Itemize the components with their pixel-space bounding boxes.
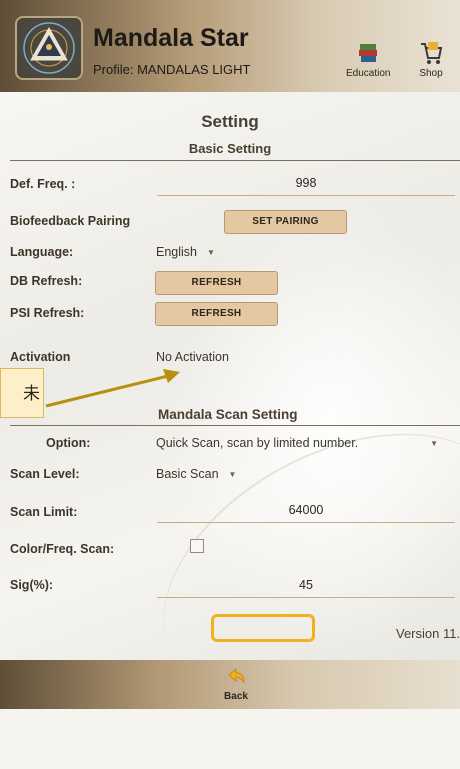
- sig-input[interactable]: 45: [157, 573, 455, 598]
- shop-button[interactable]: Shop: [419, 40, 443, 79]
- language-select[interactable]: English ▼: [156, 245, 215, 259]
- basic-setting-heading: Basic Setting: [188, 141, 272, 156]
- sig-label: Sig(%):: [10, 578, 54, 592]
- color-freq-scan-checkbox[interactable]: [190, 539, 204, 553]
- back-button[interactable]: Back: [219, 666, 253, 702]
- footer-bar: Back: [0, 660, 460, 709]
- scan-level-value: Basic Scan: [156, 467, 219, 481]
- scan-option-label: Option:: [46, 436, 91, 450]
- scan-level-select[interactable]: Basic Scan ▼: [156, 467, 236, 481]
- education-button[interactable]: Education: [346, 40, 390, 79]
- psi-refresh-button[interactable]: REFRESH: [155, 302, 278, 326]
- dropdown-caret-icon: ▼: [430, 439, 438, 448]
- books-icon: [359, 44, 378, 62]
- annotation-arrow-icon: [45, 369, 180, 408]
- back-arrow-icon: [228, 667, 245, 684]
- db-refresh-button[interactable]: REFRESH: [155, 271, 278, 295]
- set-pairing-button[interactable]: SET PAIRING: [224, 210, 347, 234]
- scan-limit-label: Scan Limit:: [10, 505, 78, 519]
- language-value: English: [156, 245, 197, 259]
- def-freq-input[interactable]: 998: [157, 171, 455, 196]
- activation-label: Activation: [10, 350, 71, 364]
- basic-setting-divider: [10, 160, 460, 161]
- app-header: Mandala Star Profile: MANDALAS LIGHT Edu…: [0, 0, 460, 92]
- annotation-callout: 未: [0, 368, 44, 418]
- scan-setting-divider: [10, 425, 460, 426]
- dropdown-caret-icon: ▼: [207, 248, 215, 258]
- scan-limit-input[interactable]: 64000: [157, 498, 455, 523]
- scan-option-value: Quick Scan, scan by limited number.: [156, 436, 359, 450]
- highlight-box: [211, 614, 315, 642]
- scan-option-select[interactable]: Quick Scan, scan by limited number. ▼: [156, 436, 446, 450]
- app-title: Mandala Star: [93, 24, 249, 52]
- def-freq-label: Def. Freq. :: [10, 177, 76, 191]
- back-label: Back: [224, 691, 248, 702]
- app-logo[interactable]: [15, 16, 83, 80]
- shopping-cart-icon: [421, 42, 443, 64]
- activation-status: No Activation: [156, 350, 229, 364]
- dropdown-caret-icon: ▼: [228, 470, 237, 480]
- version-label: Version 11.1: [396, 626, 460, 641]
- mandala-logo-icon: [23, 22, 75, 74]
- education-label: Education: [346, 68, 391, 79]
- language-label: Language:: [10, 245, 74, 259]
- page-title: Setting: [201, 112, 259, 131]
- profile-label: Profile: MANDALAS LIGHT: [93, 62, 251, 77]
- biofeedback-pairing-label: Biofeedback Pairing: [10, 214, 131, 228]
- scan-level-label: Scan Level:: [10, 467, 80, 481]
- psi-refresh-label: PSI Refresh:: [10, 306, 85, 320]
- shop-label: Shop: [419, 68, 443, 79]
- db-refresh-label: DB Refresh:: [10, 274, 83, 288]
- color-freq-scan-label: Color/Freq. Scan:: [10, 542, 115, 556]
